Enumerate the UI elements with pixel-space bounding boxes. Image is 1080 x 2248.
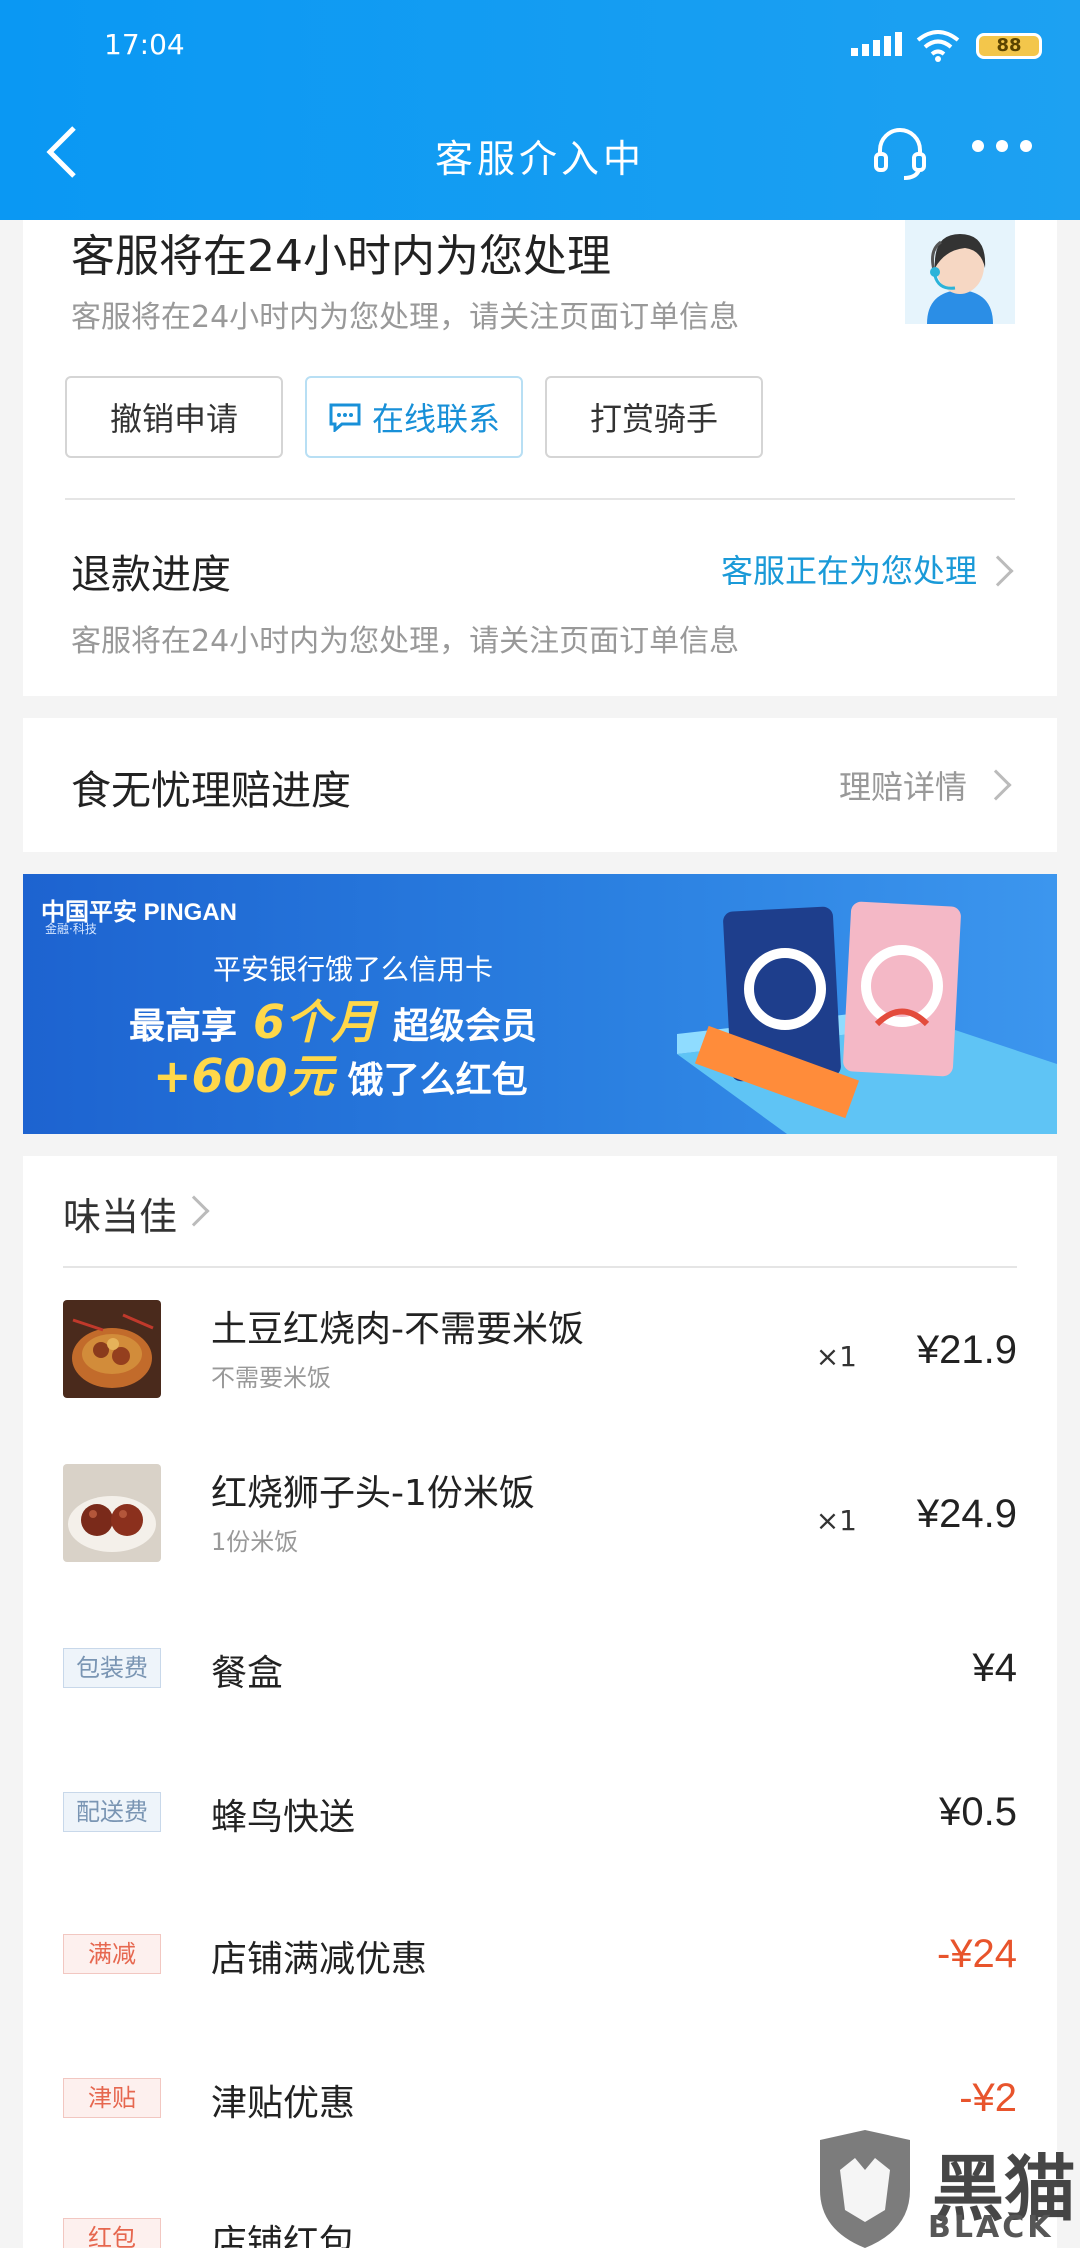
item-quantity: ×1 (815, 1504, 857, 1537)
discount-name: 店铺红包 (211, 2223, 356, 2248)
refund-subtitle: 客服将在24小时内为您处理，请关注页面订单信息 (71, 624, 740, 659)
title-bar: 客服介入中 (0, 110, 1080, 200)
banner-line2-post: 饿了么红包 (347, 1060, 528, 1101)
fee-tag: 配送费 (63, 1792, 161, 1832)
cat-shield-icon (820, 2130, 910, 2248)
service-subtitle: 客服将在24小时内为您处理，请关注页面订单信息 (71, 300, 740, 335)
online-contact-button[interactable]: 在线联系 (305, 376, 523, 458)
order-details-card: 味当佳 土豆红烧肉-不需要米饭 不需要米饭 ×1 ¥21.9 红烧狮子头-1份米… (23, 1156, 1057, 2248)
item-price: ¥21.9 (916, 1328, 1017, 1372)
item-name: 土豆红烧肉-不需要米饭 (211, 1309, 584, 1350)
battery-icon: 88 (976, 33, 1042, 59)
item-price: ¥24.9 (916, 1492, 1017, 1536)
discount-amount: -¥2 (959, 2076, 1017, 2120)
fee-tag: 包装费 (63, 1648, 161, 1688)
online-contact-label: 在线联系 (371, 400, 500, 438)
chat-icon (329, 403, 361, 432)
discount-tag: 满减 (63, 1934, 161, 1974)
shop-name[interactable]: 味当佳 (63, 1186, 177, 1241)
black-cat-watermark: 黑猫 BLACK CAT (810, 2130, 1080, 2248)
tip-rider-label: 打赏骑手 (589, 400, 718, 438)
refund-progress-label: 退款进度 (71, 552, 231, 598)
divider (63, 1266, 1017, 1268)
claim-details-link[interactable]: 理赔详情 (839, 762, 967, 808)
discount-name: 津贴优惠 (211, 2083, 356, 2124)
discount-tag: 红包 (63, 2218, 161, 2248)
refund-status-link[interactable]: 客服正在为您处理 (721, 546, 977, 592)
signal-icon (851, 32, 902, 56)
status-bar: 17:04 88 (0, 0, 1080, 90)
fee-row-packaging: 包装费 餐盒 ¥4 (63, 1644, 1017, 1704)
app-header: 17:04 88 客服介入中 (0, 0, 1080, 220)
divider (65, 498, 1015, 500)
discount-name: 店铺满减优惠 (211, 1939, 428, 1980)
more-options-icon[interactable] (972, 134, 1032, 158)
discount-amount: -¥24 (936, 1932, 1017, 1976)
order-item-0: 土豆红烧肉-不需要米饭 不需要米饭 ×1 ¥21.9 (63, 1300, 1017, 1400)
banner-headline: 平安银行饿了么信用卡 (213, 953, 494, 986)
discount-tag: 津贴 (63, 2078, 161, 2118)
item-spec: 不需要米饭 (211, 1364, 331, 1392)
item-quantity: ×1 (815, 1340, 857, 1373)
fee-amount: ¥4 (972, 1646, 1018, 1690)
fee-name: 蜂鸟快送 (211, 1797, 356, 1838)
action-buttons: 撤销申请 在线联系 打赏骑手 (65, 376, 763, 458)
watermark-text-en: BLACK CAT (928, 2210, 1054, 2248)
dish-image-lion-head (63, 1464, 161, 1562)
credit-card-illustration (677, 901, 1057, 1134)
banner-brand-sub: 金融·科技 (45, 922, 97, 936)
credit-card-ad-banner[interactable]: 中国平安 PINGAN 金融·科技 平安银行饿了么信用卡 最高享 6个月 超级会… (23, 874, 1057, 1134)
service-card: 客服将在24小时内为您处理 客服将在24小时内为您处理，请关注页面订单信息 撤销… (23, 220, 1057, 696)
fee-row-full-reduction: 满减 店铺满减优惠 -¥24 (63, 1930, 1017, 1990)
headset-icon[interactable] (872, 124, 928, 180)
chevron-right-icon[interactable] (982, 555, 1014, 587)
cancel-request-label: 撤销申请 (109, 400, 238, 438)
chevron-right-icon[interactable] (178, 1195, 210, 1227)
item-spec: 1份米饭 (211, 1528, 299, 1556)
service-title: 客服将在24小时内为您处理 (71, 231, 611, 282)
fee-row-delivery: 配送费 蜂鸟快送 ¥0.5 (63, 1788, 1017, 1848)
claim-progress-label: 食无忧理赔进度 (71, 768, 351, 814)
order-item-1: 红烧狮子头-1份米饭 1份米饭 ×1 ¥24.9 (63, 1464, 1017, 1564)
support-agent-icon (905, 220, 1015, 324)
fee-name: 餐盒 (211, 1653, 284, 1694)
fee-amount: ¥0.5 (939, 1790, 1017, 1834)
status-time: 17:04 (104, 28, 185, 61)
banner-line2-highlight: +600元 (153, 1049, 334, 1103)
tip-rider-button[interactable]: 打赏骑手 (545, 376, 763, 458)
fee-row-allowance: 津贴 津贴优惠 -¥2 (63, 2074, 1017, 2134)
cancel-request-button[interactable]: 撤销申请 (65, 376, 283, 458)
wifi-icon (916, 30, 960, 62)
banner-offer-line-2: +600元 饿了么红包 (153, 1040, 528, 1106)
claim-progress-row[interactable]: 食无忧理赔进度 理赔详情 (23, 718, 1057, 852)
dish-image-braised-pork (63, 1300, 161, 1398)
chevron-right-icon[interactable] (980, 769, 1012, 801)
item-name: 红烧狮子头-1份米饭 (211, 1473, 535, 1514)
